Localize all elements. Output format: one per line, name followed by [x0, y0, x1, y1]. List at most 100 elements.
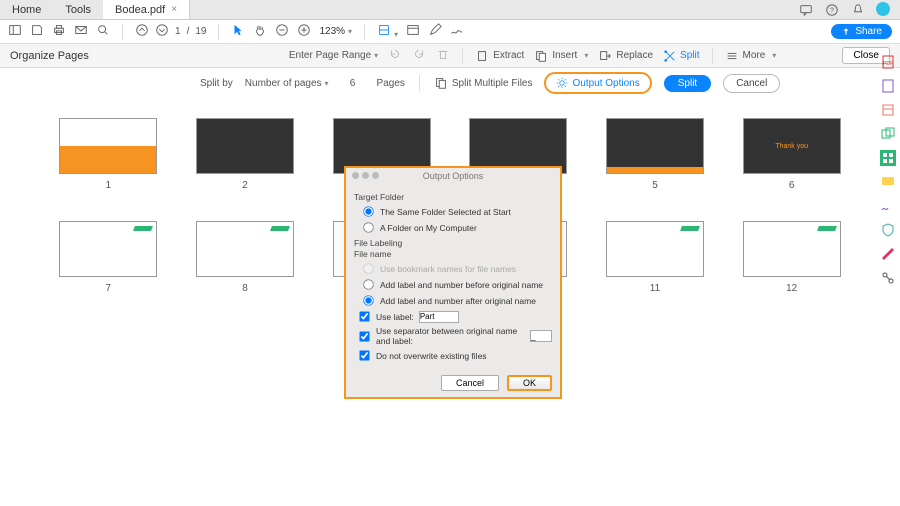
- tab-home[interactable]: Home: [0, 0, 53, 19]
- sidebar-toggle-icon[interactable]: [8, 23, 22, 40]
- page-thumb[interactable]: [59, 221, 157, 277]
- rail-redact-icon[interactable]: [880, 246, 896, 262]
- output-options-label: Output Options: [572, 78, 639, 89]
- page-number: 1: [106, 180, 112, 191]
- page-down-icon[interactable]: [155, 23, 169, 40]
- avatar[interactable]: [876, 2, 890, 16]
- traffic-min-icon[interactable]: [362, 172, 369, 179]
- page-thumb[interactable]: [59, 118, 157, 174]
- extract-button[interactable]: Extract: [475, 49, 524, 63]
- radio-label-after-label: Add label and number after original name: [380, 296, 536, 306]
- radio-same-folder[interactable]: [363, 206, 373, 216]
- traffic-max-icon[interactable]: [372, 172, 379, 179]
- file-name-heading: File name: [354, 249, 552, 259]
- read-mode-icon[interactable]: [406, 23, 420, 40]
- page-number: 7: [106, 283, 112, 294]
- split-label: Split: [680, 50, 699, 61]
- page-thumb[interactable]: [606, 118, 704, 174]
- split-multiple-button[interactable]: Split Multiple Files: [434, 76, 533, 90]
- zoom-value[interactable]: 123%: [319, 26, 352, 37]
- share-button[interactable]: Share: [831, 24, 892, 39]
- check-use-label-label: Use label:: [376, 312, 414, 322]
- sign-icon[interactable]: [450, 23, 464, 40]
- split-tool[interactable]: Split: [663, 49, 699, 63]
- check-use-separator[interactable]: [359, 331, 369, 341]
- fit-dropdown-icon[interactable]: [377, 23, 398, 40]
- page-current[interactable]: 1: [175, 26, 181, 37]
- dialog-cancel-button[interactable]: Cancel: [441, 375, 499, 391]
- traffic-close-icon[interactable]: [352, 172, 359, 179]
- radio-label-before[interactable]: [363, 279, 373, 289]
- more-label: More: [743, 50, 766, 61]
- rail-edit-pdf-icon[interactable]: [880, 102, 896, 118]
- rail-export-pdf-icon[interactable]: PDF: [880, 54, 896, 70]
- page-up-icon[interactable]: [135, 23, 149, 40]
- dialog-ok-button[interactable]: OK: [507, 375, 552, 391]
- rail-protect-icon[interactable]: [880, 222, 896, 238]
- dialog-title: Output Options: [423, 171, 484, 181]
- use-label-input[interactable]: [419, 311, 459, 323]
- rail-organize-icon[interactable]: [880, 150, 896, 166]
- page-number: 6: [789, 180, 795, 191]
- trash-icon[interactable]: [436, 47, 450, 64]
- page-thumb[interactable]: [606, 221, 704, 277]
- split-button[interactable]: Split: [664, 75, 711, 92]
- zoom-in-icon[interactable]: [297, 23, 311, 40]
- split-cancel-button[interactable]: Cancel: [723, 74, 780, 93]
- annotate-icon[interactable]: [428, 23, 442, 40]
- check-no-overwrite-label: Do not overwrite existing files: [376, 351, 487, 361]
- search-icon[interactable]: [96, 23, 110, 40]
- page-thumb[interactable]: [743, 221, 841, 277]
- close-tab-icon[interactable]: ×: [171, 4, 177, 15]
- page-number: 2: [242, 180, 248, 191]
- radio-my-computer[interactable]: [363, 222, 373, 232]
- save-icon[interactable]: [30, 23, 44, 40]
- page-thumb[interactable]: [196, 221, 294, 277]
- check-use-label[interactable]: [359, 311, 369, 321]
- split-pages-label: Pages: [377, 78, 405, 89]
- replace-button[interactable]: Replace: [598, 49, 653, 63]
- extract-label: Extract: [493, 50, 524, 61]
- chat-icon[interactable]: [798, 2, 814, 18]
- insert-dropdown[interactable]: Insert: [534, 49, 588, 63]
- page-total: 19: [195, 26, 206, 37]
- tab-document-label: Bodea.pdf: [115, 4, 165, 16]
- svg-text:?: ?: [830, 7, 834, 14]
- radio-label-before-label: Add label and number before original nam…: [380, 280, 543, 290]
- check-use-separator-label: Use separator between original name and …: [376, 326, 525, 346]
- tab-document[interactable]: Bodea.pdf ×: [103, 0, 190, 19]
- pointer-icon[interactable]: [231, 23, 245, 40]
- check-no-overwrite[interactable]: [359, 350, 369, 360]
- rail-more-tools-icon[interactable]: [880, 270, 896, 286]
- radio-my-computer-label: A Folder on My Computer: [380, 223, 477, 233]
- page-thumb[interactable]: Thank you: [743, 118, 841, 174]
- page-number: 12: [786, 283, 797, 294]
- tab-tools[interactable]: Tools: [53, 0, 103, 19]
- bell-icon[interactable]: [850, 2, 866, 18]
- more-dropdown[interactable]: More: [725, 49, 777, 63]
- rail-comment-icon[interactable]: [880, 174, 896, 190]
- insert-label: Insert: [552, 50, 577, 61]
- separator-input[interactable]: [530, 330, 552, 342]
- target-folder-heading: Target Folder: [354, 192, 552, 202]
- rail-combine-icon[interactable]: [880, 126, 896, 142]
- tool-title: Organize Pages: [10, 50, 89, 62]
- hand-icon[interactable]: [253, 23, 267, 40]
- zoom-out-icon[interactable]: [275, 23, 289, 40]
- output-options-button[interactable]: Output Options: [544, 72, 651, 94]
- print-icon[interactable]: [52, 23, 66, 40]
- rotate-left-icon[interactable]: [388, 47, 402, 64]
- page-sep: /: [187, 26, 190, 37]
- file-labeling-heading: File Labeling: [354, 238, 552, 248]
- rail-create-pdf-icon[interactable]: [880, 78, 896, 94]
- rotate-right-icon[interactable]: [412, 47, 426, 64]
- mail-icon[interactable]: [74, 23, 88, 40]
- page-number: 11: [650, 283, 660, 294]
- page-range-dropdown[interactable]: Enter Page Range: [289, 50, 378, 61]
- rail-fill-sign-icon[interactable]: [880, 198, 896, 214]
- page-thumb[interactable]: [196, 118, 294, 174]
- radio-label-after[interactable]: [363, 295, 373, 305]
- split-count[interactable]: 6: [341, 78, 365, 89]
- help-icon[interactable]: ?: [824, 2, 840, 18]
- split-mode-dropdown[interactable]: Number of pages: [245, 78, 329, 89]
